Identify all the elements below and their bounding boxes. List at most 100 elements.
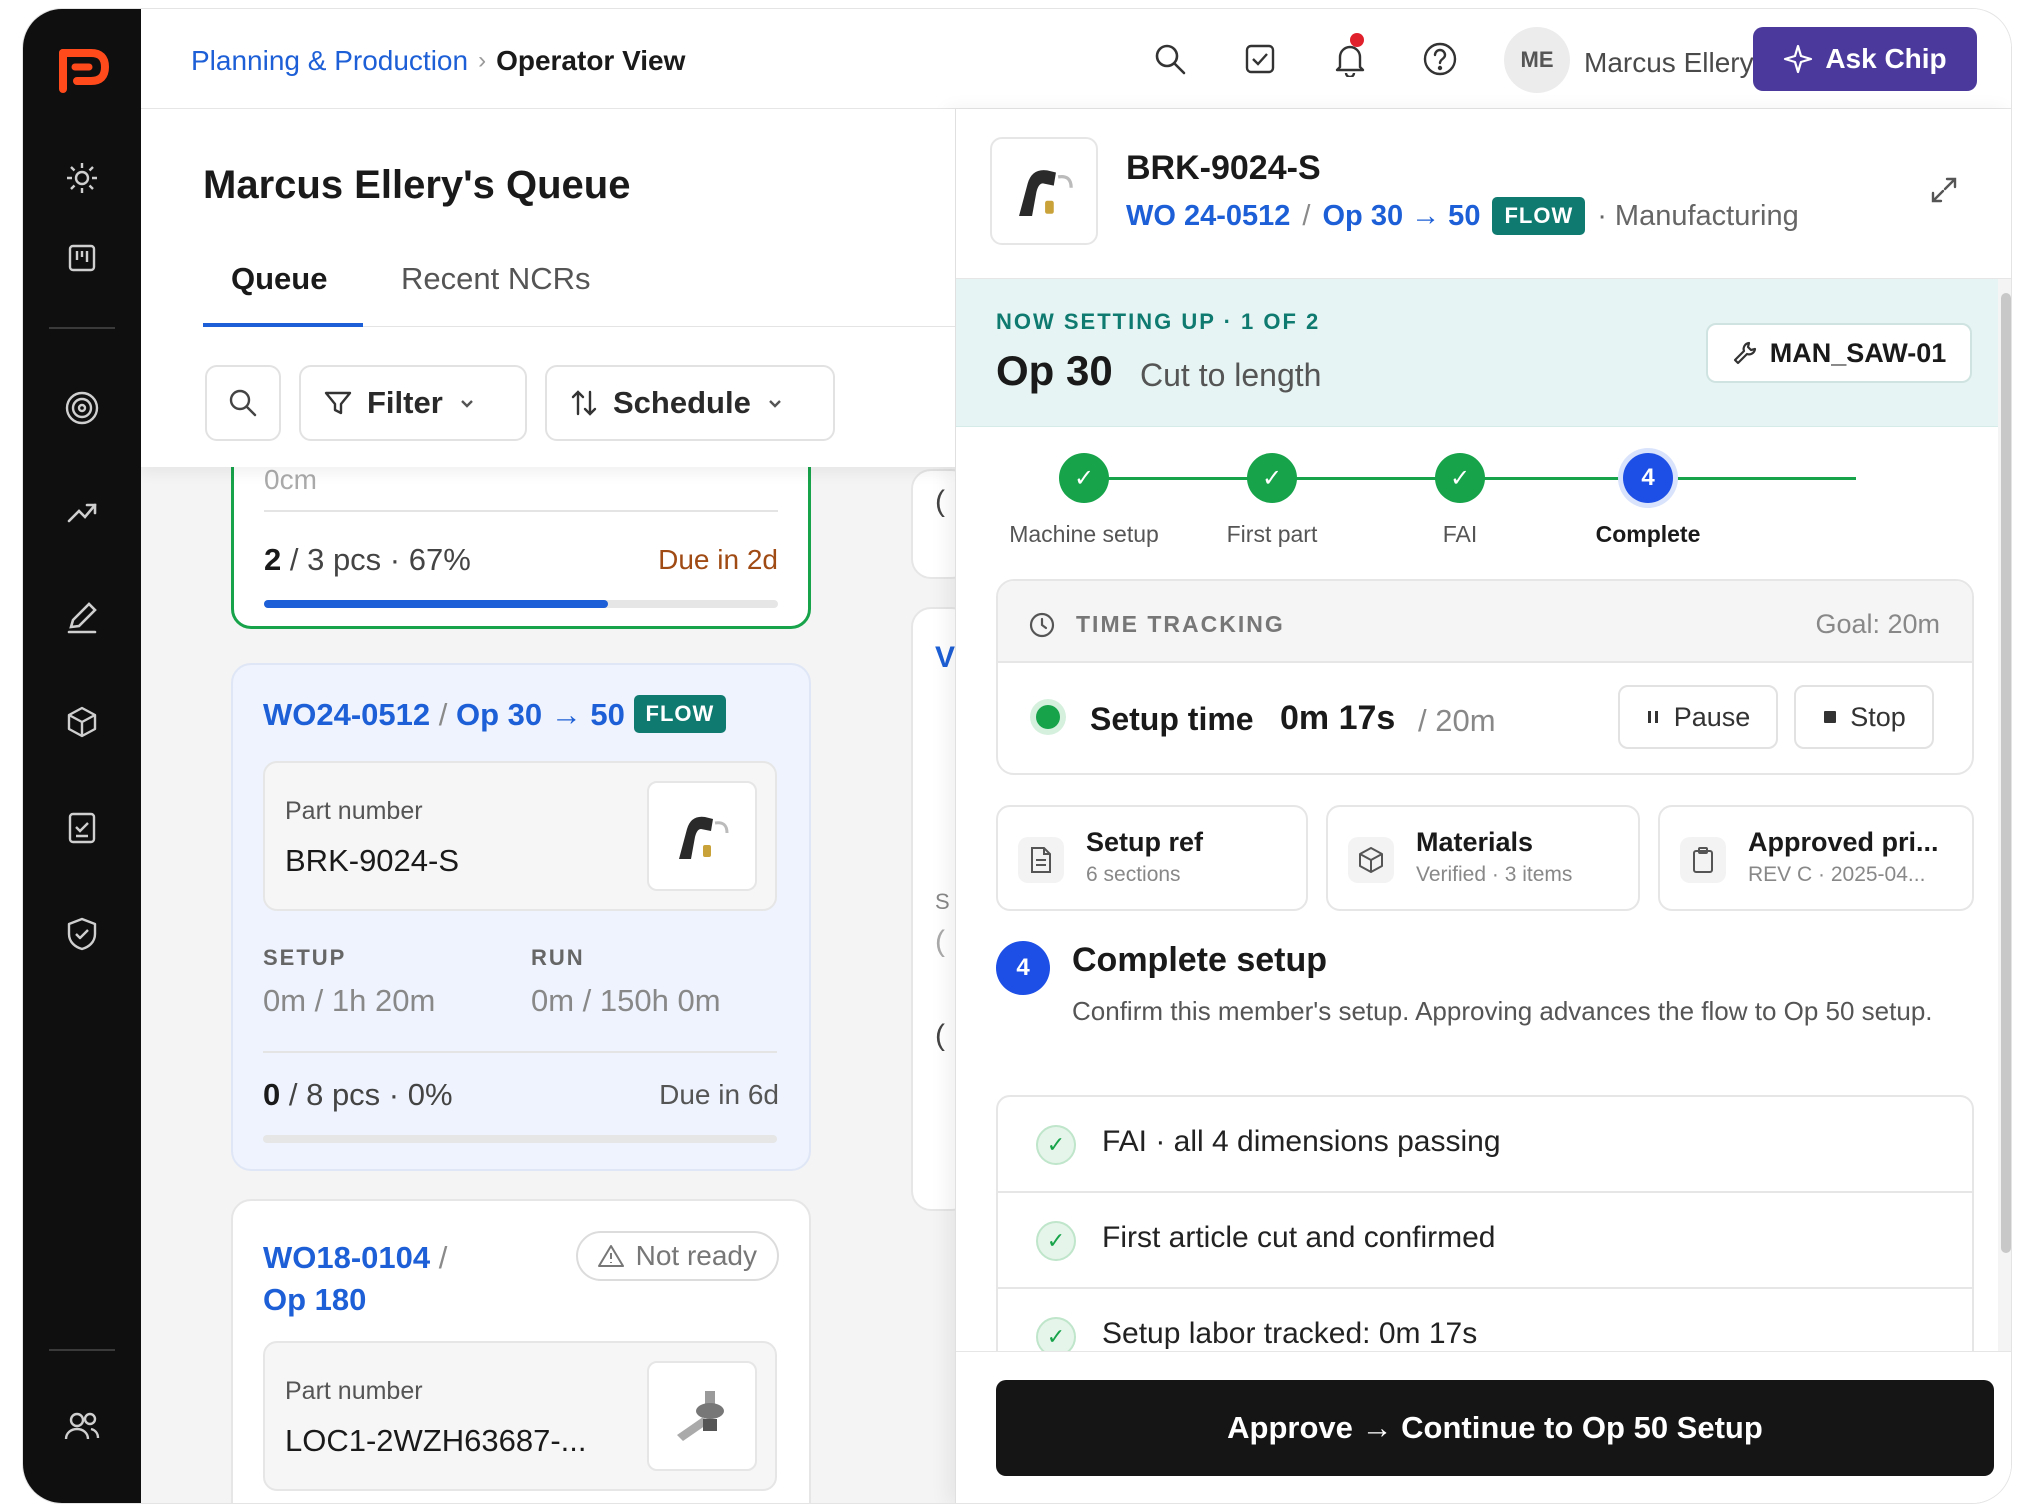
stop-icon — [1824, 711, 1837, 723]
filter-button[interactable]: Filter — [299, 365, 527, 441]
filter-icon — [324, 391, 352, 415]
checklist-icon[interactable] — [61, 807, 103, 849]
pause-button[interactable]: Pause — [1618, 685, 1778, 749]
part-number-label: Part number — [285, 797, 423, 825]
tab-recent-ncrs[interactable]: Recent NCRs — [401, 261, 591, 297]
shield-check-icon[interactable] — [61, 913, 103, 955]
app-window: Planning & Production › Operator View ME… — [22, 8, 2012, 1504]
check-icon: ✓ — [1036, 1221, 1076, 1261]
part-thumbnail — [647, 781, 757, 891]
materials-card[interactable]: Materials Verified · 3 items — [1326, 805, 1640, 911]
brand-logo-icon[interactable] — [53, 45, 113, 97]
users-icon[interactable] — [61, 1405, 103, 1447]
work-order-link[interactable]: WO18-0104 / Op 180 — [263, 1237, 447, 1321]
tab-queue[interactable]: Queue — [231, 261, 327, 297]
document-icon — [1018, 837, 1064, 883]
search-button[interactable] — [205, 365, 281, 441]
cube-icon[interactable] — [61, 701, 103, 743]
board-icon[interactable] — [61, 237, 103, 279]
breadcrumb-separator: › — [478, 47, 487, 74]
truncated-text: 0cm — [264, 464, 317, 495]
notification-dot — [1350, 33, 1364, 47]
page-title: Marcus Ellery's Queue — [203, 163, 631, 207]
running-indicator — [1036, 705, 1060, 729]
task-check-icon[interactable] — [1240, 39, 1280, 79]
flow-badge: FLOW — [633, 695, 727, 733]
setup-checklist: ✓ FAI · all 4 dimensions passing ✓ First… — [996, 1095, 1974, 1395]
schedule-sort-button[interactable]: Schedule — [545, 365, 835, 441]
step-fai-dot: ✓ — [1435, 453, 1485, 503]
sort-icon — [571, 390, 597, 416]
time-tracking-panel: TIME TRACKING Goal: 20m Setup time 0m 17… — [996, 579, 1974, 775]
approved-print-card[interactable]: Approved pri... REV C · 2025-04... — [1658, 805, 1974, 911]
complete-setup-description: Confirm this member's setup. Approving a… — [1072, 996, 1933, 1026]
setup-stepper: ✓ ✓ ✓ 4 Machine setup First part FAI Com… — [956, 439, 1998, 559]
detail-scrollbar[interactable] — [1998, 279, 2011, 1351]
search-icon — [229, 389, 257, 417]
detail-footer: Approve → Continue to Op 50 Setup — [956, 1351, 2011, 1503]
work-order-link[interactable]: WO24-0512 / Op 30 → 50 FLOW — [263, 695, 727, 733]
step-complete-dot: 4 — [1623, 453, 1673, 503]
check-icon: ✓ — [1036, 1125, 1076, 1165]
box-icon — [1348, 837, 1394, 883]
machine-button[interactable]: MAN_SAW-01 — [1706, 323, 1972, 383]
progress-bar — [263, 1135, 777, 1143]
detail-header: BRK-9024-S WO 24-0512 / Op 30 → 50 FLOW … — [956, 109, 2011, 279]
sun-icon[interactable] — [61, 157, 103, 199]
search-icon[interactable] — [1150, 39, 1190, 79]
queue-header: Marcus Ellery's Queue Queue Recent NCRs … — [141, 109, 955, 467]
step-first-part-dot: ✓ — [1247, 453, 1297, 503]
operation-description: Cut to length — [1140, 357, 1322, 393]
rail-divider — [49, 327, 115, 329]
help-icon[interactable] — [1420, 39, 1460, 79]
pen-icon[interactable] — [61, 597, 103, 639]
part-number-value: BRK-9024-S — [285, 843, 460, 878]
expand-icon[interactable] — [1929, 175, 1959, 205]
step-machine-setup-dot: ✓ — [1059, 453, 1109, 503]
scrollbar-thumb[interactable] — [2001, 293, 2011, 1253]
work-order-link[interactable]: WO 24-0512 — [1126, 200, 1290, 233]
progress-bar-fill — [264, 600, 609, 608]
left-rail — [23, 9, 141, 1503]
active-tab-indicator — [203, 323, 363, 327]
due-date: Due in 6d — [659, 1079, 779, 1110]
part-number-box: Part number LOC1-2WZH63687-... — [263, 1341, 777, 1491]
pieces-progress: 0 / 8 pcs · 0% — [263, 1077, 453, 1112]
top-bar: Planning & Production › Operator View ME… — [141, 9, 2011, 109]
warning-icon — [597, 1245, 624, 1267]
setup-ref-card[interactable]: Setup ref 6 sections — [996, 805, 1308, 911]
operation-link[interactable]: Op 30 → 50 — [1322, 200, 1480, 233]
pieces-progress: 2 / 3 pcs · 67% — [264, 542, 471, 577]
breadcrumb-parent-link[interactable]: Planning & Production — [191, 45, 468, 77]
work-order-line: WO 24-0512 / Op 30 → 50 FLOW · Manufactu… — [1126, 197, 1799, 235]
checklist-item: ✓ FAI · all 4 dimensions passing — [998, 1097, 1972, 1193]
step-label: FAI — [1442, 521, 1478, 547]
clipboard-icon — [1680, 837, 1726, 883]
setup-status-label: NOW SETTING UP · 1 OF 2 — [996, 309, 1321, 334]
stop-button[interactable]: Stop — [1794, 685, 1934, 749]
queue-card[interactable]: WO18-0104 / Op 180 Not ready Part number… — [231, 1199, 811, 1503]
pause-icon — [1647, 711, 1658, 723]
user-name[interactable]: Marcus Ellery — [1584, 47, 1754, 79]
card-divider — [263, 1051, 777, 1053]
trending-up-icon[interactable] — [61, 491, 103, 533]
target-icon[interactable] — [61, 387, 103, 429]
step-number-badge: 4 — [996, 941, 1050, 995]
operation-number: Op 30 — [996, 347, 1113, 394]
queue-card[interactable]: WO24-0512 / Op 30 → 50 FLOW Part number … — [231, 663, 811, 1171]
time-goal: Goal: 20m — [1815, 609, 1940, 639]
run-label: RUN — [531, 945, 585, 970]
approve-continue-button[interactable]: Approve → Continue to Op 50 Setup — [996, 1380, 1994, 1476]
bell-icon[interactable] — [1330, 39, 1370, 79]
part-number-box: Part number BRK-9024-S — [263, 761, 777, 911]
rail-divider — [49, 1349, 115, 1351]
department-label: · Manufacturing — [1597, 199, 1799, 232]
step-label: Machine setup — [1009, 521, 1159, 547]
status-badge: Not ready — [575, 1231, 779, 1281]
step-label: Complete — [1595, 521, 1701, 547]
ask-chip-label: Ask Chip — [1825, 43, 1947, 74]
ask-chip-button[interactable]: Ask Chip — [1753, 27, 1977, 91]
run-value: 0m / 150h 0m — [531, 983, 721, 1018]
setup-value: 0m / 1h 20m — [263, 983, 436, 1018]
avatar[interactable]: ME — [1504, 27, 1570, 93]
